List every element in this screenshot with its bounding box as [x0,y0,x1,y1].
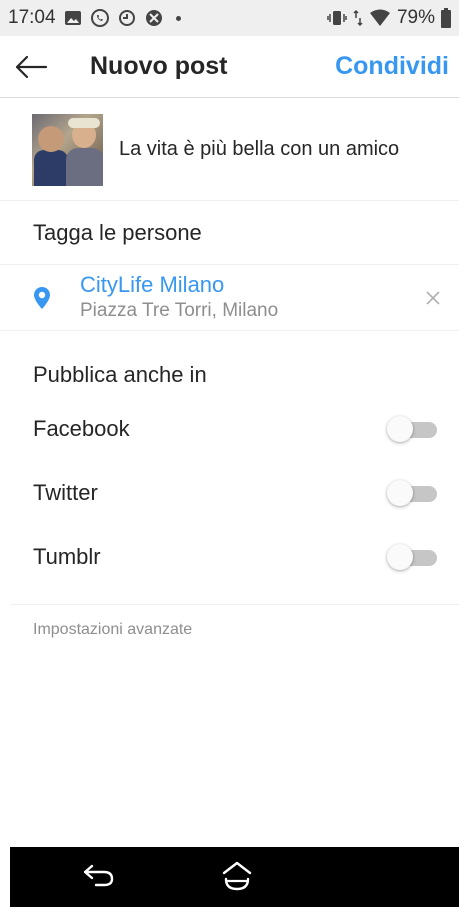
tag-people-label: Tagga le persone [33,219,202,245]
tumblr-toggle[interactable] [387,544,439,570]
location-address: Piazza Tre Torri, Milano [80,299,279,321]
wifi-icon [369,9,391,27]
battery-percent: 79% [396,7,435,28]
post-preview: La vita è più bella con un amico [0,99,459,201]
advanced-settings-link[interactable]: Impostazioni avanzate [33,621,192,639]
close-icon [426,290,440,305]
facebook-toggle[interactable] [387,416,439,442]
location-pin-icon [32,286,52,310]
arrow-left-icon [15,55,48,78]
location-text: CityLife Milano Piazza Tre Torri, Milano [80,272,278,324]
toggle-knob [387,416,413,442]
share-button[interactable]: Condividi [335,52,449,81]
sync-icon [118,9,136,27]
system-back-button[interactable] [82,862,116,893]
notification-dot [175,15,181,21]
location-name: CityLife Milano [80,271,225,297]
status-time: 17:04 [8,7,56,28]
page-title: Nuovo post [90,52,228,80]
share-item-facebook: Facebook [0,409,459,449]
back-button[interactable] [0,36,62,98]
share-item-label: Tumblr [33,544,101,569]
vibrate-icon [327,10,347,26]
share-item-tumblr: Tumblr [0,537,459,577]
status-right: 79% [327,7,451,29]
post-thumbnail[interactable] [32,113,103,186]
status-left: 17:04 [8,7,181,29]
system-nav-bar [10,847,459,907]
toggle-knob [387,480,413,506]
gallery-icon [64,10,82,26]
post-caption[interactable]: La vita è più bella con un amico [119,138,399,161]
location-row[interactable]: CityLife Milano Piazza Tre Torri, Milano [0,265,459,331]
back-arrow-icon [83,864,114,887]
share-item-twitter: Twitter [0,473,459,513]
remove-location-button[interactable] [423,288,443,308]
data-arrows-icon [353,9,363,27]
share-item-label: Twitter [33,480,98,505]
tag-people-row[interactable]: Tagga le persone [0,201,459,265]
whatsapp-icon [90,8,110,28]
share-item-label: Facebook [33,416,130,441]
publish-also-heading: Pubblica anche in [33,362,207,387]
battery-icon [441,8,451,28]
app-bar: Nuovo post Condividi [0,36,459,98]
toggle-knob [387,544,413,570]
home-icon [222,861,252,891]
app-icon [144,8,164,28]
section-divider [10,604,459,605]
system-home-button[interactable] [220,859,254,898]
twitter-toggle[interactable] [387,480,439,506]
status-bar: 17:04 79% [0,0,459,36]
